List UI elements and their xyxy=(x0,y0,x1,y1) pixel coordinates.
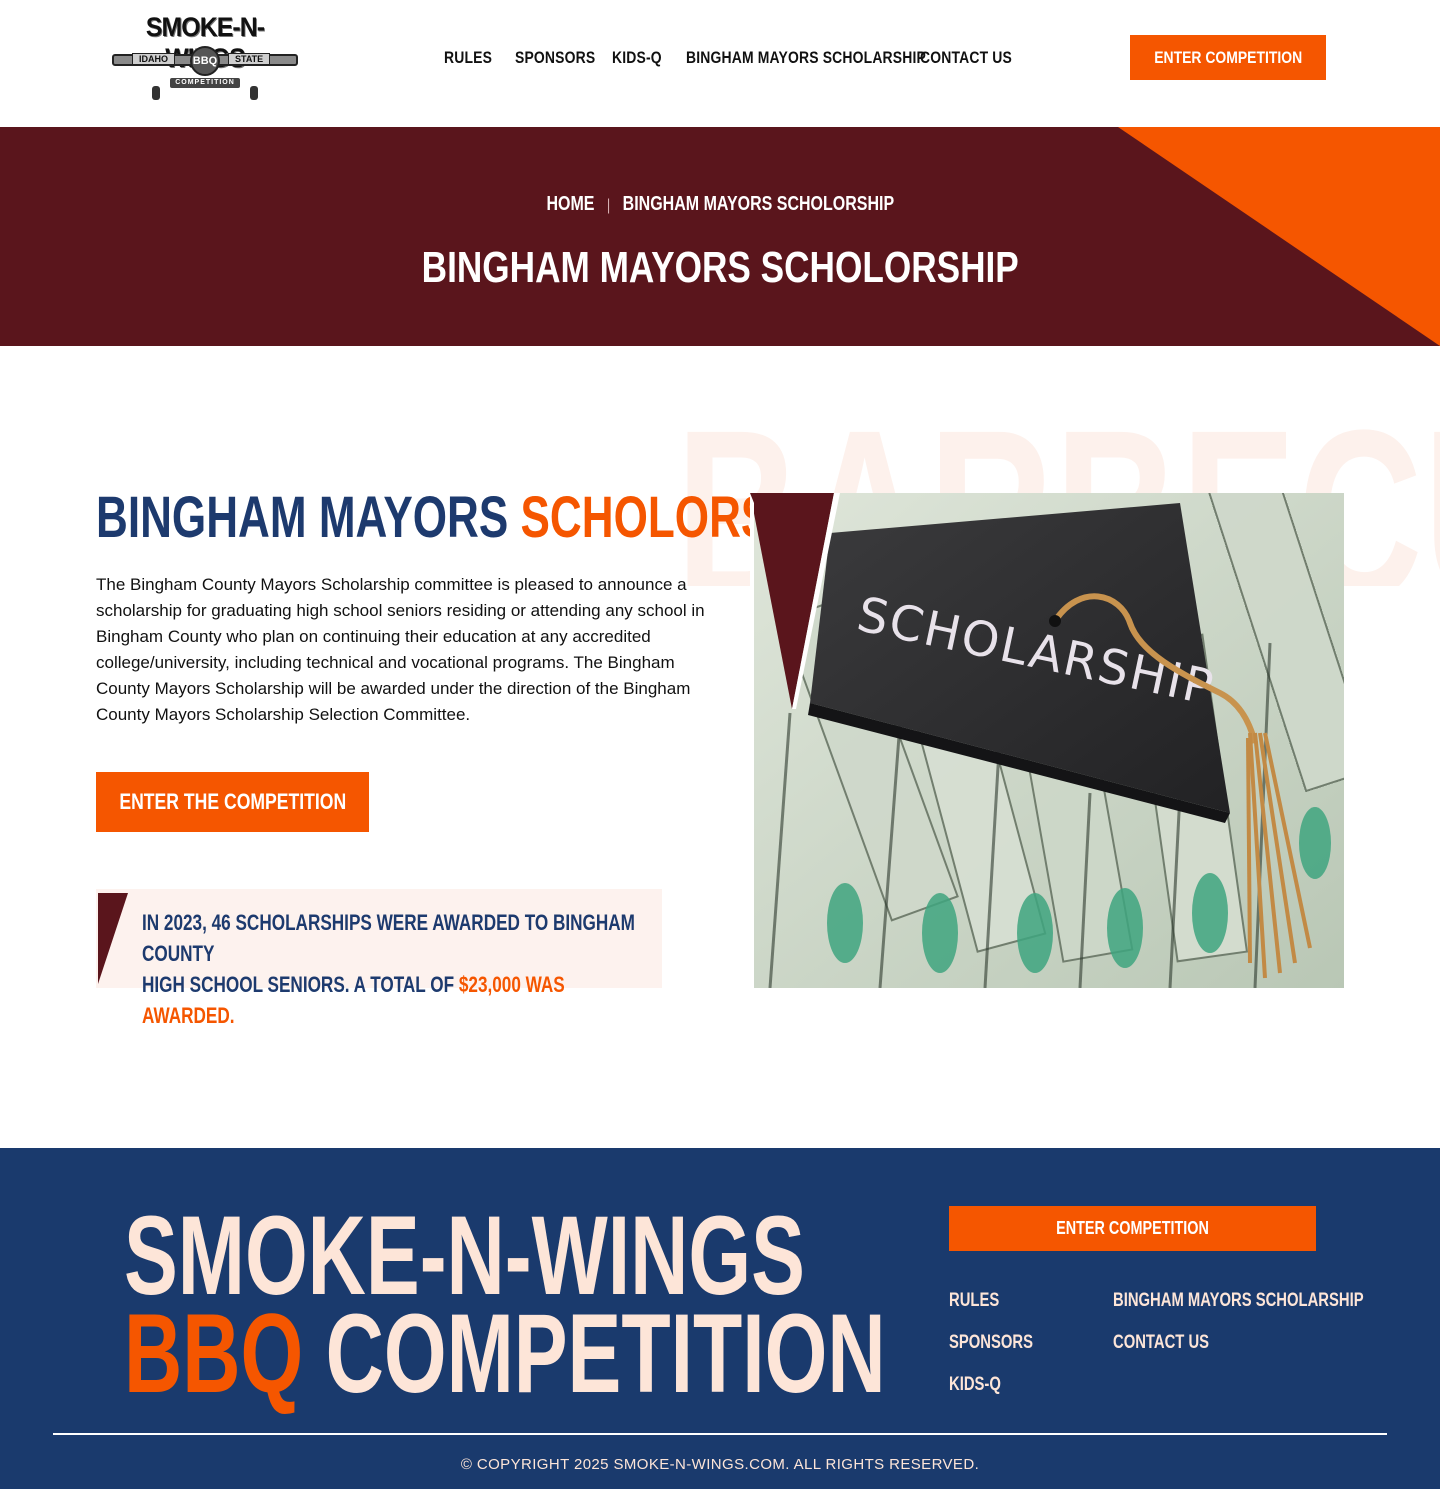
site-footer: SMOKE-N-WINGS BBQ COMPETITION ENTER COMP… xyxy=(0,1148,1440,1489)
callout-line-2: HIGH SCHOOL SENIORS. A TOTAL OF $23,000 … xyxy=(142,969,641,1031)
footer-link-kids-q[interactable]: KIDS-Q xyxy=(949,1374,1001,1396)
footer-cta-label: ENTER COMPETITION xyxy=(1056,1218,1209,1238)
logo-competition-plate: COMPETITION xyxy=(170,78,240,88)
logo-grill-leg-left xyxy=(152,86,160,100)
site-logo[interactable]: SMOKE-N-WINGS IDAHO STATE BBQ COMPETITIO… xyxy=(108,12,302,102)
copyright-text: © COPYRIGHT 2025 SMOKE-N-WINGS.COM. ALL … xyxy=(460,1456,980,1473)
nav-contact-us[interactable]: CONTACT US xyxy=(920,48,1012,68)
breadcrumb-home[interactable]: HOME xyxy=(546,193,594,215)
breadcrumb-current: BINGHAM MAYORS SCHOLORSHIP xyxy=(622,193,894,215)
breadcrumb: HOME | BINGHAM MAYORS SCHOLORSHIP xyxy=(0,193,1440,216)
header-enter-competition-button[interactable]: ENTER COMPETITION xyxy=(1130,35,1326,80)
footer-link-sponsors[interactable]: SPONSORS xyxy=(949,1332,1033,1354)
nav-sponsors[interactable]: SPONSORS xyxy=(515,48,595,68)
graduation-cap-money-image: SCHOLARSHIP xyxy=(750,493,1344,988)
scholarship-photo: SCHOLARSHIP xyxy=(750,493,1344,988)
site-header: SMOKE-N-WINGS IDAHO STATE BBQ COMPETITIO… xyxy=(0,0,1440,127)
page-title-text: BINGHAM MAYORS SCHOLORSHIP xyxy=(421,243,1019,292)
footer-link-rules[interactable]: RULES xyxy=(949,1290,999,1312)
breadcrumb-separator: | xyxy=(606,197,610,214)
nav-bingham-mayors-scholarship[interactable]: BINGHAM MAYORS SCHOLARSHIP xyxy=(686,48,926,68)
logo-band-right: STATE xyxy=(228,53,271,65)
nav-rules[interactable]: RULES xyxy=(444,48,492,68)
enter-the-competition-button[interactable]: ENTER THE COMPETITION xyxy=(96,772,369,832)
callout-line-1: IN 2023, 46 SCHOLARSHIPS WERE AWARDED TO… xyxy=(142,910,635,966)
callout-maroon-wedge xyxy=(98,893,128,984)
logo-grill-leg-right xyxy=(250,86,258,100)
header-cta-label: ENTER COMPETITION xyxy=(1154,47,1302,67)
footer-link-contact-us[interactable]: CONTACT US xyxy=(1113,1332,1209,1354)
footer-brand-competition: COMPETITION xyxy=(325,1291,886,1416)
scholarship-stats-callout: IN 2023, 46 SCHOLARSHIPS WERE AWARDED TO… xyxy=(96,889,662,1028)
section-title-part1: BINGHAM MAYORS xyxy=(96,485,509,550)
section-title: BINGHAM MAYORS SCHOLORSHIP xyxy=(96,484,844,551)
page-hero: HOME | BINGHAM MAYORS SCHOLORSHIP BINGHA… xyxy=(0,127,1440,346)
nav-kids-q[interactable]: KIDS-Q xyxy=(612,48,662,68)
footer-link-bingham-mayors-scholarship[interactable]: BINGHAM MAYORS SCHOLARSHIP xyxy=(1113,1290,1364,1312)
footer-brand-line-2: BBQ COMPETITION xyxy=(124,1298,886,1410)
footer-enter-competition-button[interactable]: ENTER COMPETITION xyxy=(949,1206,1316,1251)
footer-divider xyxy=(53,1433,1387,1435)
enter-the-competition-label: ENTER THE COMPETITION xyxy=(119,789,346,814)
logo-bbq-badge: BBQ xyxy=(190,46,220,76)
scholarship-description: The Bingham County Mayors Scholarship co… xyxy=(96,575,705,724)
callout-text: IN 2023, 46 SCHOLARSHIPS WERE AWARDED TO… xyxy=(142,907,641,1031)
footer-brand-bbq: BBQ xyxy=(124,1291,304,1416)
callout-line-2-text: HIGH SCHOOL SENIORS. A TOTAL OF xyxy=(142,972,455,997)
page-title: BINGHAM MAYORS SCHOLORSHIP xyxy=(0,243,1440,293)
logo-band-left: IDAHO xyxy=(132,53,175,65)
hero-orange-triangle xyxy=(1118,127,1440,346)
